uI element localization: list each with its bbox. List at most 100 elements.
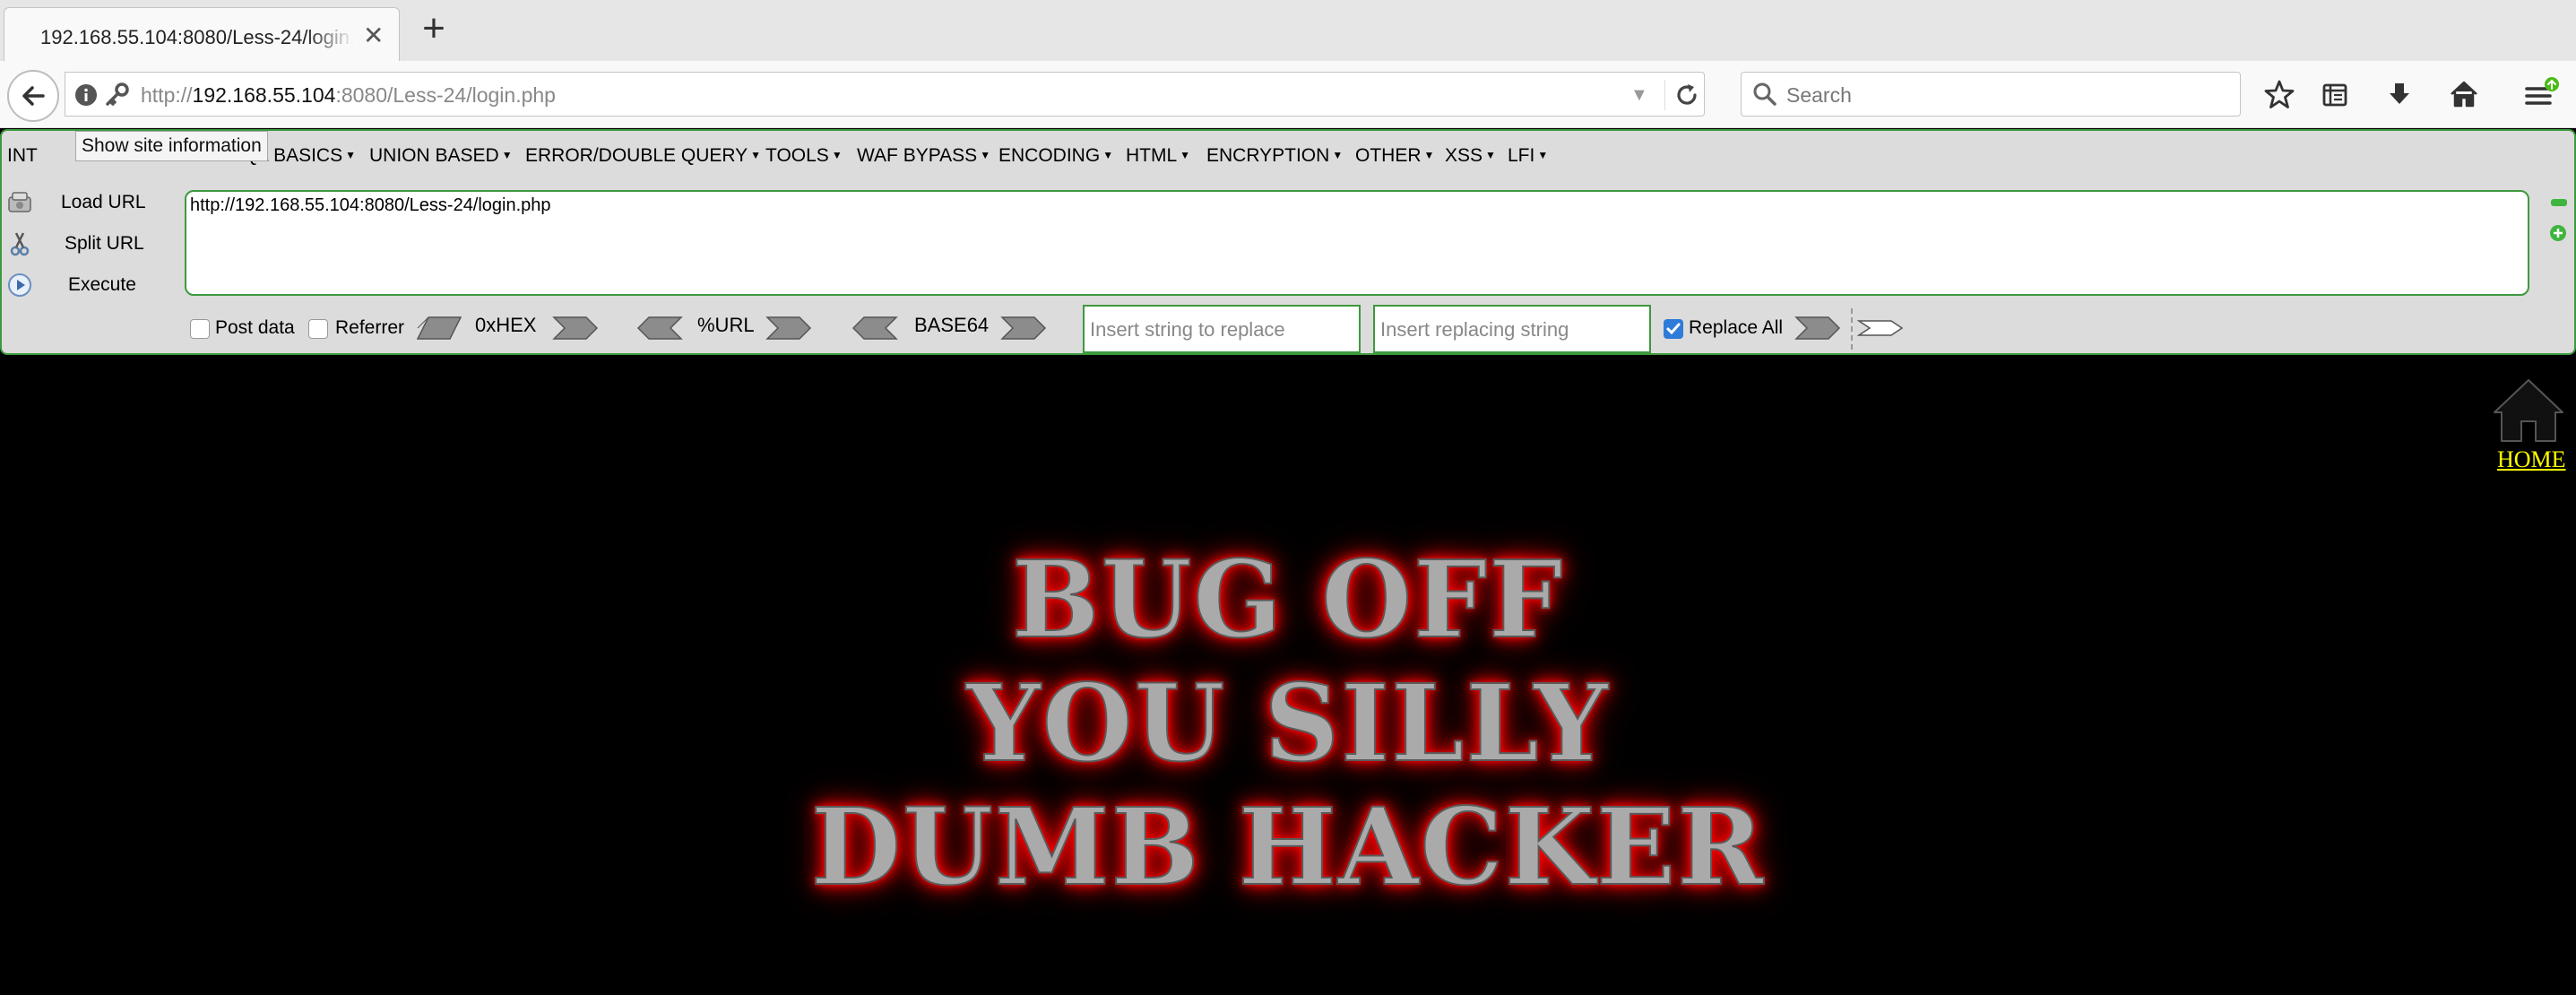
load-url-icon xyxy=(8,192,31,212)
split-url-label: Split URL xyxy=(65,233,144,254)
url-textarea[interactable]: http://192.168.55.104:8080/Less-24/login… xyxy=(185,190,2529,296)
menu-label: ENCODING xyxy=(998,145,1101,166)
hex-encode-arrow-icon[interactable] xyxy=(552,316,599,341)
menu-label: ENCRYPTION xyxy=(1206,145,1330,166)
expand-textarea-button[interactable] xyxy=(2549,224,2567,242)
home-icon xyxy=(2494,379,2563,442)
extra-arrow-icon[interactable] xyxy=(1857,316,1904,341)
site-info-tooltip: Show site information xyxy=(75,131,268,161)
checkmark-icon xyxy=(1666,323,1681,335)
banner-line: BUG OFF xyxy=(1011,537,1565,662)
menu-label: ERROR/DOUBLE QUERY xyxy=(525,145,748,166)
scissors-icon xyxy=(10,232,30,256)
caret-down-icon: ▼ xyxy=(1537,149,1549,161)
caret-down-icon: ▼ xyxy=(750,149,762,161)
search-icon xyxy=(1753,82,1776,106)
menu-other[interactable]: OTHER ▼ xyxy=(1355,145,1434,167)
clipboard-icon xyxy=(2322,83,2347,107)
downloads-button[interactable] xyxy=(2379,74,2420,115)
menu-lfi[interactable]: LFI ▼ xyxy=(1508,145,1548,167)
menu-label: LFI xyxy=(1508,145,1535,166)
play-icon xyxy=(8,273,31,297)
bookmark-star-button[interactable] xyxy=(2259,74,2300,115)
tab-strip: 192.168.55.104:8080/Less-24/login.php ✕ … xyxy=(0,0,2576,62)
url-text[interactable]: http://192.168.55.104:8080/Less-24/login… xyxy=(141,83,556,108)
reading-list-button[interactable] xyxy=(2314,74,2356,115)
load-url-button[interactable]: Load URL xyxy=(2,185,181,221)
new-tab-button[interactable]: + xyxy=(414,9,454,50)
caret-down-icon: ▼ xyxy=(980,149,991,161)
execute-button[interactable]: Execute xyxy=(2,267,181,303)
base64-label: BASE64 xyxy=(914,314,990,336)
post-data-checkbox[interactable] xyxy=(190,319,210,339)
menu-waf-bypass[interactable]: WAF BYPASS ▼ xyxy=(857,145,990,167)
hex-decode-arrow-icon[interactable] xyxy=(416,316,462,341)
hackbar-panel: INT SQL BASICS ▼ UNION BASED ▼ ERROR/DOUBL… xyxy=(0,129,2576,355)
banner-line: DUMB HACKER xyxy=(810,784,1766,910)
tab-close-icon[interactable]: ✕ xyxy=(363,21,384,50)
hamburger-menu-icon xyxy=(2525,77,2559,105)
referrer-checkbox[interactable] xyxy=(308,319,328,339)
caret-down-icon: ▼ xyxy=(831,149,843,161)
main-menu-button[interactable] xyxy=(2520,74,2562,115)
shrink-textarea-button[interactable] xyxy=(2551,199,2567,206)
url-divider xyxy=(1664,80,1665,110)
tab-title: 192.168.55.104:8080/Less-24/login.php xyxy=(40,26,354,48)
menu-encryption[interactable]: ENCRYPTION ▼ xyxy=(1206,145,1343,167)
search-bar[interactable]: Search xyxy=(1741,72,2241,117)
search-input[interactable]: Search xyxy=(1786,83,1852,108)
warning-banner-image: BUG OFF YOU SILLY DUMB HACKER xyxy=(0,537,2576,910)
dashed-divider xyxy=(1851,308,1853,350)
menu-label: OTHER xyxy=(1355,145,1422,166)
menu-label: UNION BASED xyxy=(369,145,499,166)
menu-xss[interactable]: XSS ▼ xyxy=(1445,145,1496,167)
split-url-button[interactable]: Split URL xyxy=(2,226,181,262)
url-textarea-value: http://192.168.55.104:8080/Less-24/login… xyxy=(190,195,551,215)
url-path: :8080/Less-24/login.php xyxy=(335,83,556,107)
url-scheme: http:// xyxy=(141,83,193,107)
url-dropdown-icon[interactable]: ▼ xyxy=(1630,85,1648,106)
menu-html[interactable]: HTML ▼ xyxy=(1126,145,1190,167)
reload-icon[interactable] xyxy=(1673,82,1700,108)
caret-down-icon: ▼ xyxy=(501,149,513,161)
menu-label: XSS xyxy=(1445,145,1483,166)
base64-encode-arrow-icon[interactable] xyxy=(1000,316,1047,341)
replace-string-input[interactable]: Insert string to replace xyxy=(1083,305,1361,353)
caret-down-icon: ▼ xyxy=(1332,149,1344,161)
star-icon xyxy=(2264,80,2295,108)
url-host: 192.168.55.104 xyxy=(192,83,336,107)
replace-all-checkbox[interactable] xyxy=(1664,319,1683,339)
menu-union-based[interactable]: UNION BASED ▼ xyxy=(369,145,513,167)
url-decode-arrow-icon[interactable] xyxy=(636,316,683,341)
banner-line: YOU SILLY xyxy=(965,661,1610,786)
back-button[interactable] xyxy=(7,70,59,122)
home-button[interactable] xyxy=(2443,74,2485,115)
menu-label: HTML xyxy=(1126,145,1178,166)
int-label: INT xyxy=(7,145,38,166)
hex-label: 0xHEX xyxy=(475,314,537,336)
execute-label: Execute xyxy=(68,274,136,295)
home-icon xyxy=(2451,81,2477,108)
url-encoding-label: %URL xyxy=(697,314,755,336)
home-link-label[interactable]: HOME xyxy=(2497,446,2566,473)
caret-down-icon: ▼ xyxy=(345,149,356,161)
back-arrow-icon xyxy=(22,86,45,106)
key-icon[interactable] xyxy=(103,82,130,108)
home-link[interactable] xyxy=(2481,376,2576,447)
load-url-label: Load URL xyxy=(61,192,146,212)
caret-down-icon: ▼ xyxy=(1485,149,1496,161)
url-encode-arrow-icon[interactable] xyxy=(765,316,812,341)
menu-error-double-query[interactable]: ERROR/DOUBLE QUERY ▼ xyxy=(525,145,761,167)
menu-tools[interactable]: TOOLS ▼ xyxy=(765,145,843,167)
replace-execute-arrow-icon[interactable] xyxy=(1794,316,1841,341)
base64-decode-arrow-icon[interactable] xyxy=(851,316,898,341)
post-data-label: Post data xyxy=(215,317,295,338)
url-bar[interactable]: http://192.168.55.104:8080/Less-24/login… xyxy=(65,72,1705,117)
caret-down-icon: ▼ xyxy=(1180,149,1191,161)
menu-encoding[interactable]: ENCODING ▼ xyxy=(998,145,1113,167)
caret-down-icon: ▼ xyxy=(1423,149,1435,161)
replacing-string-input[interactable]: Insert replacing string xyxy=(1373,305,1651,353)
info-icon[interactable] xyxy=(74,83,98,107)
tab-active[interactable]: 192.168.55.104:8080/Less-24/login.php ✕ xyxy=(4,7,400,61)
menu-label: WAF BYPASS xyxy=(857,145,978,166)
